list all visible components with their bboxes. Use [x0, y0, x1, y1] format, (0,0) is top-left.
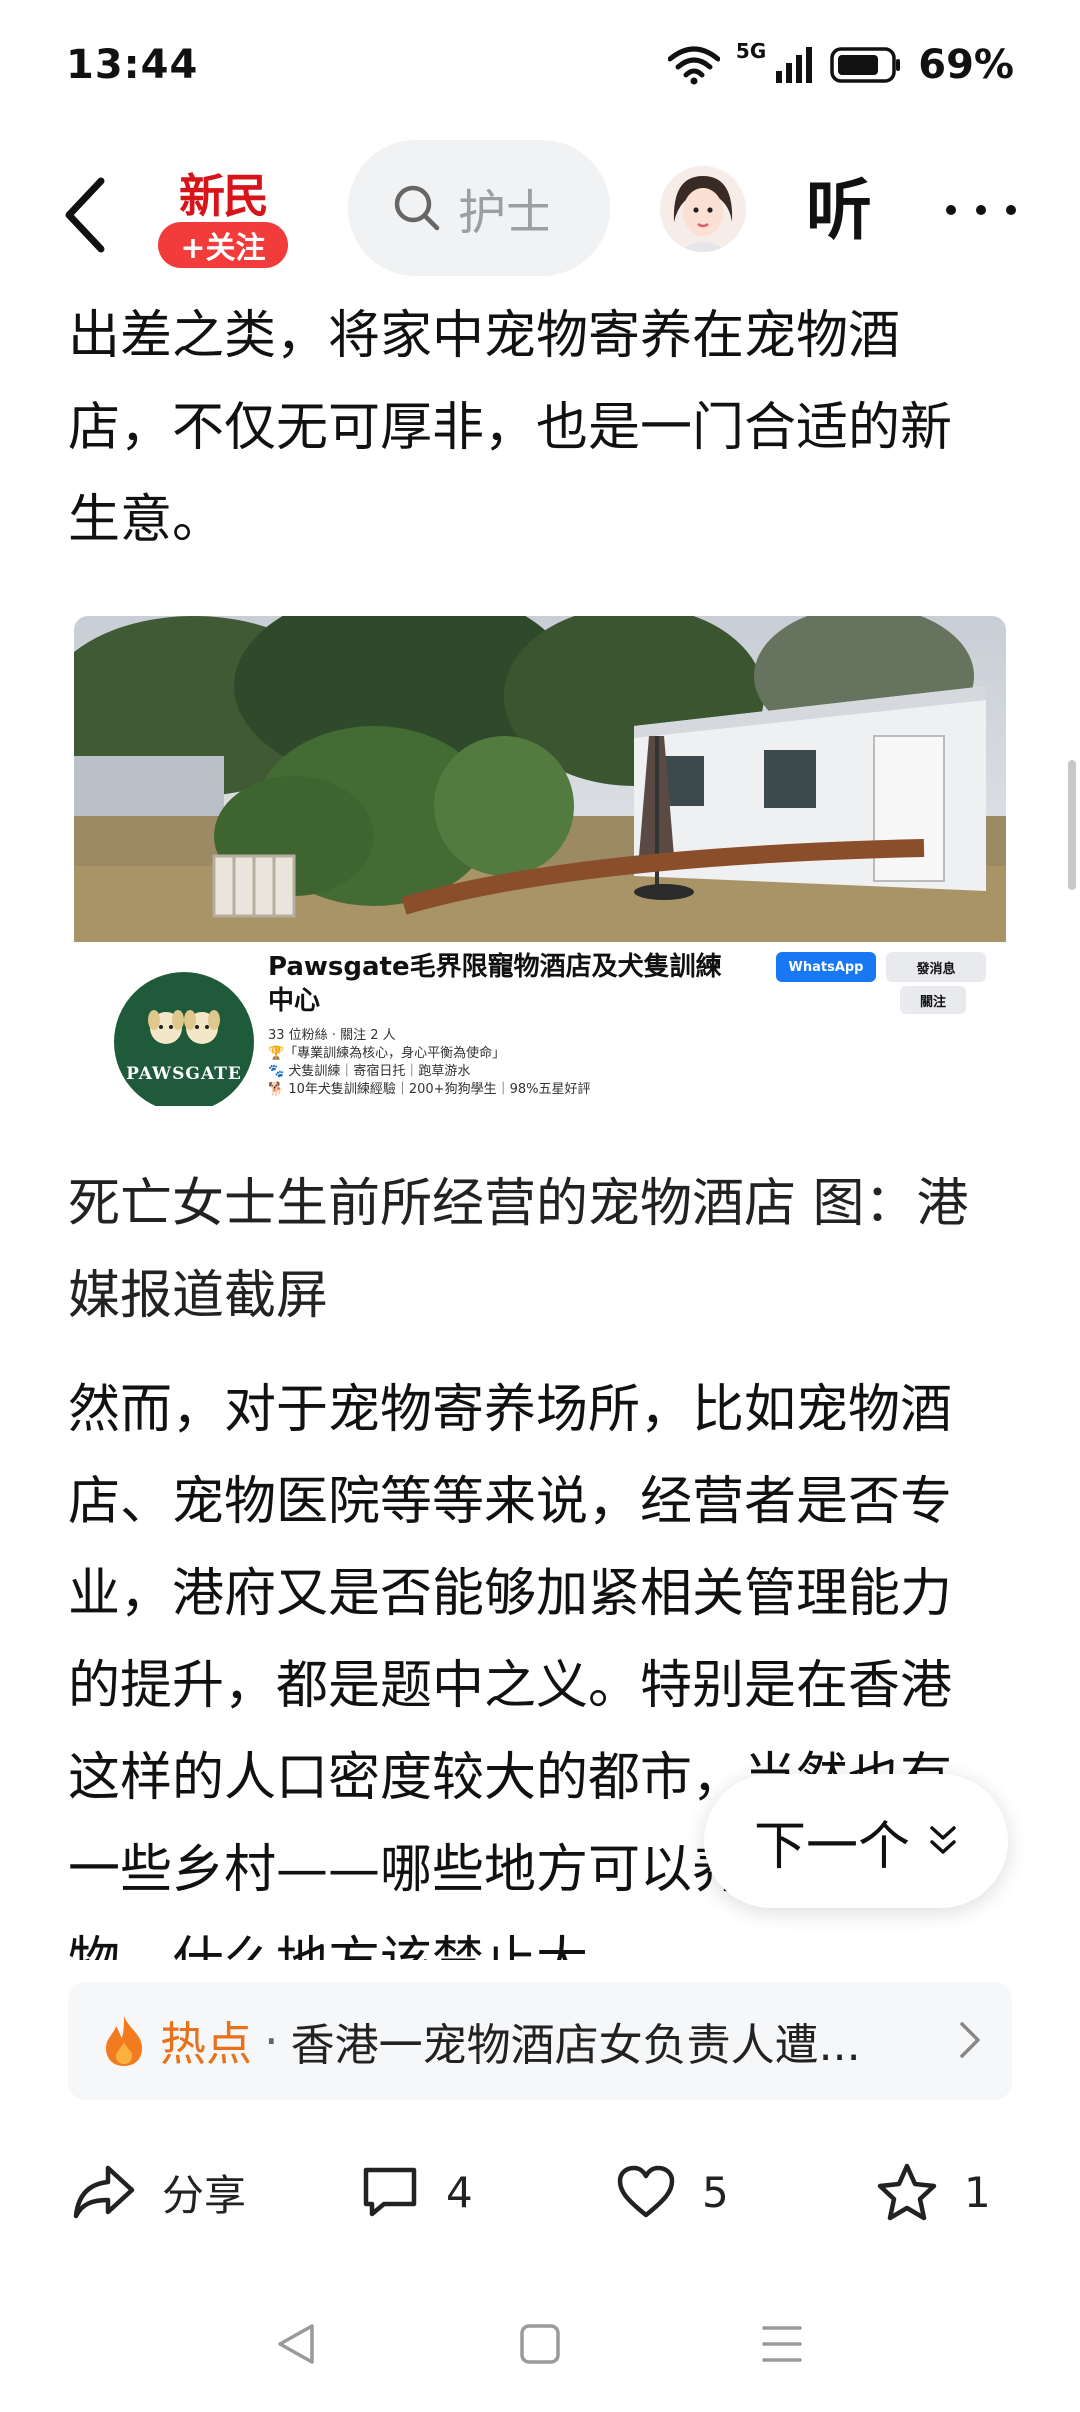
- top-navigation: 新民 +关注 护士 听: [0, 140, 1080, 280]
- user-avatar[interactable]: [660, 166, 746, 252]
- screen: 13:44 5G 69% 新民 +关注 护士 听 出差之类，将家中宠物寄养在宠物…: [0, 0, 1080, 2412]
- comment-count: 4: [446, 2167, 473, 2217]
- nav-back-icon[interactable]: [274, 2320, 318, 2368]
- pawsgate-logo-text: PAWSGATE: [126, 1064, 242, 1084]
- business-info-line: 🏆「專業訓練為核心，身心平衡為使命」: [268, 1046, 506, 1061]
- search-icon: [394, 185, 440, 231]
- share-icon: [73, 2165, 135, 2219]
- pet-hotel-yard-illustration: [74, 616, 1006, 942]
- status-bar: 13:44 5G 69%: [0, 0, 1080, 140]
- article-paragraph: 出差之类，将家中宠物寄养在宠物酒店，不仅无可厚非，也是一门合适的新生意。: [68, 306, 953, 550]
- hot-topic-bar[interactable]: 热点 · 香港一宠物酒店女负责人遭...: [68, 1982, 1012, 2100]
- search-placeholder: 护士: [458, 185, 548, 241]
- battery-percent: 69%: [918, 42, 1014, 88]
- battery-icon: [830, 47, 901, 83]
- share-button[interactable]: 分享: [72, 2142, 246, 2242]
- search-bar[interactable]: 护士: [348, 140, 610, 276]
- more-dot-icon: [946, 205, 956, 215]
- next-article-button[interactable]: 下一个: [704, 1774, 1008, 1908]
- article-action-bar: 分享 4 5 1: [0, 2126, 1080, 2256]
- heart-icon: [617, 2165, 675, 2218]
- business-info-line: 🐕 10年犬隻訓練經驗｜200+狗狗學生｜98%五星好評: [268, 1082, 591, 1097]
- pet-hotel-photo: [74, 616, 1006, 942]
- like-button[interactable]: 5: [616, 2142, 729, 2242]
- more-dot-icon: [976, 205, 986, 215]
- star-icon: [877, 2163, 937, 2221]
- listen-button[interactable]: 听: [806, 166, 872, 256]
- hot-topic-tag: 热点: [160, 2017, 252, 2071]
- whatsapp-button: WhatsApp: [776, 952, 876, 982]
- chevron-right-icon: [960, 2022, 980, 2058]
- more-options-button[interactable]: [946, 180, 1016, 240]
- back-button[interactable]: [50, 170, 120, 260]
- system-navigation-bar: [0, 2290, 1080, 2412]
- favorite-button[interactable]: 1: [876, 2142, 991, 2242]
- publisher-logo[interactable]: 新民 +关注: [158, 156, 288, 268]
- hot-topic-title: 香港一宠物酒店女负责人遭...: [290, 2020, 861, 2071]
- chevron-left-icon: [65, 177, 105, 253]
- business-followers: 33 位粉絲 · 關注 2 人: [268, 1028, 396, 1043]
- follow-button[interactable]: +关注: [158, 222, 288, 268]
- nav-home-icon[interactable]: [518, 2320, 562, 2368]
- send-message-button: 發消息: [886, 952, 986, 982]
- favorite-count: 1: [964, 2167, 991, 2217]
- status-time: 13:44: [66, 42, 199, 88]
- more-dot-icon: [1006, 205, 1016, 215]
- signal-icon: [776, 47, 813, 83]
- status-icons: 5G 69%: [667, 39, 1014, 90]
- like-count: 5: [702, 2167, 729, 2217]
- double-chevron-down-icon: [930, 1826, 956, 1854]
- pawsgate-logo: PAWSGATE: [114, 972, 254, 1106]
- comment-icon: [363, 2167, 417, 2217]
- next-article-label: 下一个: [753, 1816, 910, 1877]
- page-follow-button: 關注: [900, 986, 966, 1014]
- business-profile-card: PAWSGATE Pawsgate毛界限寵物酒店及犬隻訓練中心 33 位粉絲 ·…: [68, 942, 1012, 1106]
- share-label: 分享: [162, 2170, 247, 2220]
- avatar-icon: [660, 166, 746, 252]
- nav-recents-icon[interactable]: [760, 2320, 804, 2368]
- comment-button[interactable]: 4: [360, 2142, 473, 2242]
- publisher-logo-text: 新民: [179, 169, 269, 223]
- business-info-line: 🐾 犬隻訓練｜寄宿日托｜跑草游水: [268, 1064, 471, 1079]
- fire-icon: [106, 2016, 142, 2066]
- dogs-icon: [148, 1010, 220, 1044]
- scrollbar[interactable]: [1068, 760, 1076, 890]
- network-type: 5G: [735, 39, 767, 63]
- article-image[interactable]: PAWSGATE Pawsgate毛界限寵物酒店及犬隻訓練中心 33 位粉絲 ·…: [68, 616, 1012, 1106]
- hot-topic-separator: ·: [264, 2014, 279, 2068]
- wifi-icon: [667, 46, 720, 85]
- image-caption: 死亡女士生前所经营的宠物酒店 图：港媒报道截屏: [68, 1174, 969, 1326]
- business-name: Pawsgate毛界限寵物酒店及犬隻訓練中心: [268, 952, 722, 1016]
